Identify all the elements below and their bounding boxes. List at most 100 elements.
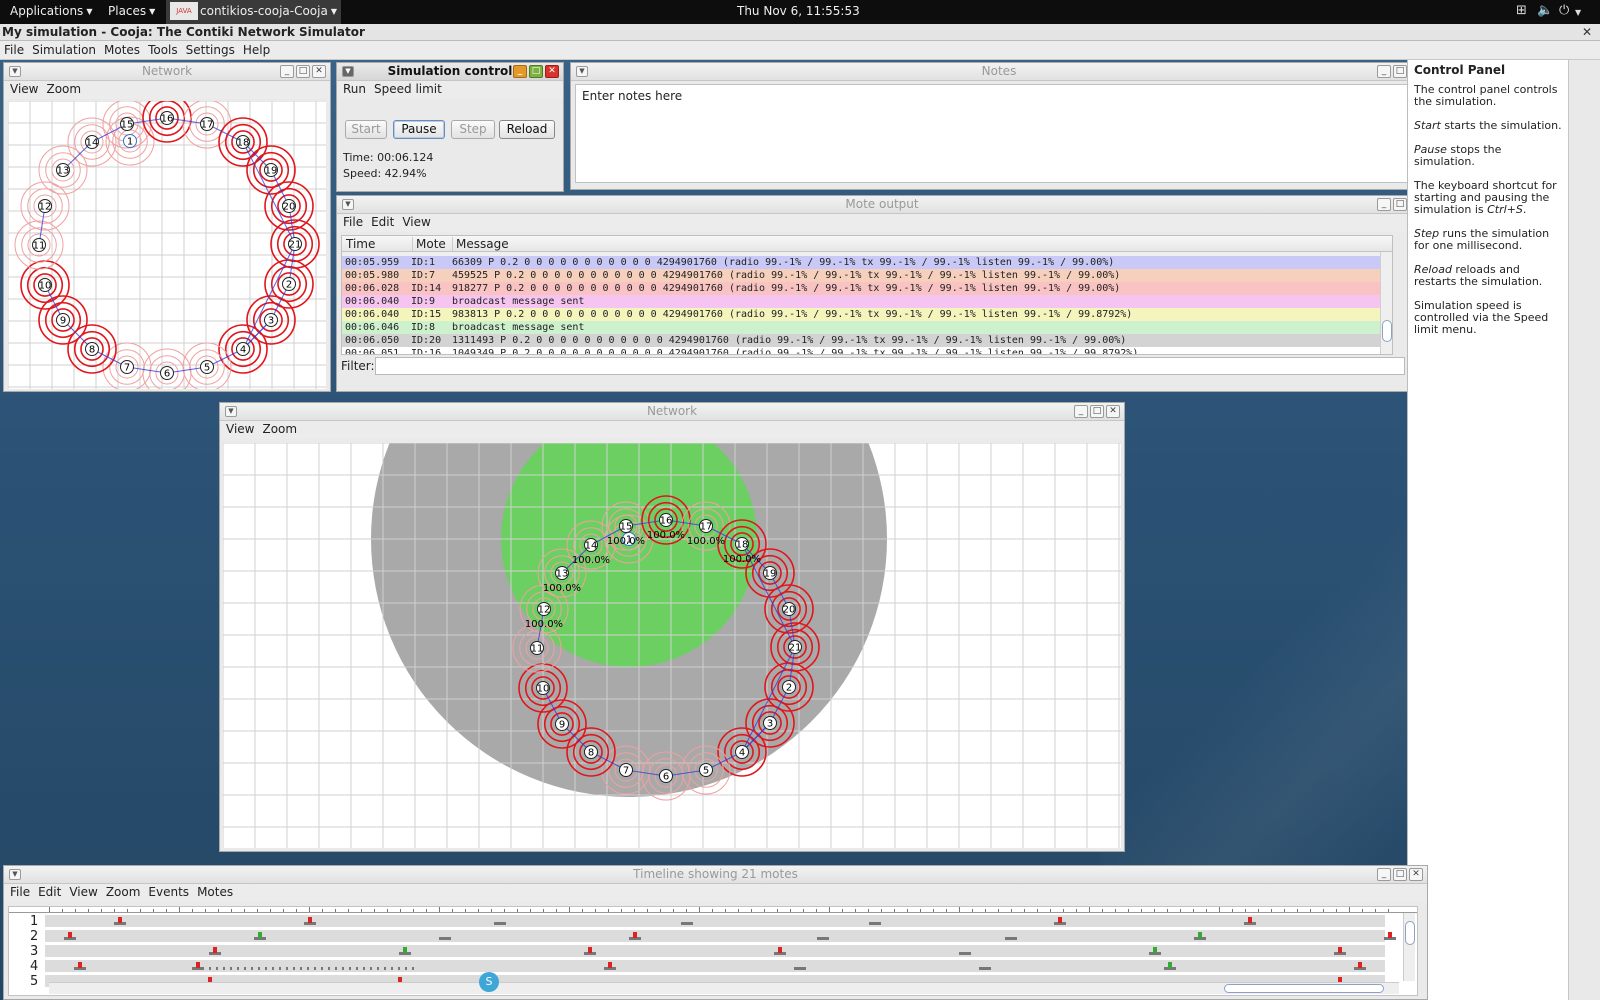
close-icon[interactable]: ✕ <box>1106 405 1120 418</box>
applications-menu[interactable]: Applications ▼ <box>10 4 92 18</box>
table-row[interactable]: 00:06.040 ID:15 983813 P 0.2 0 0 0 0 0 0 … <box>342 308 1382 321</box>
timeline-row[interactable] <box>45 915 1385 927</box>
minimize-icon[interactable]: _ <box>1377 868 1391 881</box>
maximize-icon[interactable]: □ <box>1393 65 1407 78</box>
network-canvas-small[interactable]: 1 2 3 4 5 6 7 8 9 10 11 12 13 14 15 16 17 18 19 20 21 <box>8 101 326 389</box>
start-button[interactable]: Start <box>345 120 387 139</box>
vertical-scrollbar[interactable] <box>1403 913 1415 981</box>
menu-zoom[interactable]: Zoom <box>46 82 81 96</box>
frame-menu-icon[interactable]: ▼ <box>9 869 21 880</box>
scrollbar-thumb[interactable] <box>1382 320 1392 342</box>
timeline-canvas[interactable]: 12345 S <box>8 906 1418 996</box>
table-row[interactable]: 00:06.040 ID:9 broadcast message sent <box>342 295 1382 308</box>
network-icon[interactable]: ⊞ <box>1516 4 1527 18</box>
table-row[interactable]: 00:05.980 ID:7 459525 P 0.2 0 0 0 0 0 0 0… <box>342 269 1382 282</box>
frame-title-bar[interactable]: ▼ Mote output _□✕ <box>337 196 1427 214</box>
menu-events[interactable]: Events <box>148 885 189 899</box>
menu-file[interactable]: File <box>0 41 28 59</box>
menu-motes[interactable]: Motes <box>197 885 233 899</box>
pause-button[interactable]: Pause <box>393 120 445 139</box>
vertical-scrollbar[interactable] <box>1380 252 1392 354</box>
menu-file[interactable]: File <box>10 885 30 899</box>
menu-motes[interactable]: Motes <box>100 41 144 59</box>
clock[interactable]: Thu Nov 6, 11:55:53 <box>737 4 860 18</box>
filter-input[interactable] <box>375 357 1405 375</box>
maximize-icon[interactable]: □ <box>1393 868 1407 881</box>
frame-title-bar[interactable]: ▼ Simulation control _ □ ✕ <box>337 63 563 81</box>
menu-file[interactable]: File <box>343 215 363 229</box>
timeline-row[interactable] <box>45 945 1385 957</box>
frame-menu-icon[interactable]: ▼ <box>225 406 237 417</box>
network-graph-large[interactable]: 123456789101112131415161718192021100.0%1… <box>223 443 1121 848</box>
table-row[interactable]: 00:06.051 ID:16 1049349 P 0.2 0 0 0 0 0 0… <box>342 347 1382 354</box>
mote-output-table[interactable]: Time Mote Message 00:05.959 ID:1 66309 P … <box>341 235 1393 355</box>
menu-view[interactable]: View <box>69 885 97 899</box>
menu-edit[interactable]: Edit <box>38 885 61 899</box>
scrollbar-thumb[interactable] <box>1405 921 1415 945</box>
minimize-icon[interactable]: _ <box>513 65 527 78</box>
frame-menu-icon[interactable]: ▼ <box>342 199 354 210</box>
table-row[interactable]: 00:06.050 ID:20 1311493 P 0.2 0 0 0 0 0 0… <box>342 334 1382 347</box>
chevron-down-icon[interactable]: ▼ <box>1575 6 1581 20</box>
maximize-icon[interactable]: □ <box>296 65 310 78</box>
table-row[interactable]: 00:05.959 ID:1 66309 P 0.2 0 0 0 0 0 0 0 … <box>342 256 1382 269</box>
frame-menu-icon[interactable]: ▼ <box>576 66 588 77</box>
frame-title-bar[interactable]: ▼ Timeline showing 21 motes _ □ ✕ <box>4 866 1427 884</box>
power-icon[interactable]: ⏻ <box>1559 4 1569 18</box>
menu-zoom[interactable]: Zoom <box>262 422 297 436</box>
network-canvas-large[interactable]: 1 2 3 4 5 6 7 8 9 10 11 12 13 14 15 16 17 18 19 20 21 100.0% 1… <box>223 443 1121 848</box>
frame-title-bar[interactable]: ▼ Network _ □ ✕ <box>220 403 1124 421</box>
menu-help[interactable]: Help <box>239 41 274 59</box>
reload-button[interactable]: Reload <box>499 120 555 139</box>
close-window-icon[interactable]: ✕ <box>1582 24 1592 40</box>
menu-simulation[interactable]: Simulation <box>28 41 100 59</box>
ruler-tick <box>1310 909 1311 912</box>
maximize-icon[interactable]: □ <box>529 65 543 78</box>
maximize-icon[interactable]: □ <box>1393 198 1407 211</box>
timeline-event <box>363 967 365 970</box>
mote-label: 7 <box>623 766 629 777</box>
column-message[interactable]: Message <box>452 237 509 251</box>
ruler-tick <box>1037 909 1038 912</box>
menu-run[interactable]: Run <box>343 82 366 96</box>
table-row[interactable]: 00:06.028 ID:14 918277 P 0.2 0 0 0 0 0 0 … <box>342 282 1382 295</box>
minimize-icon[interactable]: _ <box>1377 198 1391 211</box>
close-icon[interactable]: ✕ <box>545 65 559 78</box>
places-menu[interactable]: Places ▼ <box>108 4 155 18</box>
menu-edit[interactable]: Edit <box>371 215 394 229</box>
menu-tools[interactable]: Tools <box>144 41 182 59</box>
menu-view[interactable]: View <box>226 422 254 436</box>
timeline-row[interactable] <box>45 960 1385 972</box>
help-intro: The control panel controls the simulatio… <box>1414 83 1558 108</box>
minimize-icon[interactable]: _ <box>1074 405 1088 418</box>
frame-title-bar[interactable]: ▼ Notes _□✕ <box>571 63 1427 81</box>
timeline-event <box>412 967 414 970</box>
frame-menu-icon[interactable]: ▼ <box>342 66 354 77</box>
scrollbar-thumb[interactable] <box>1224 984 1384 993</box>
notes-textarea[interactable]: Enter notes here <box>575 84 1421 183</box>
active-task-button[interactable]: JAVA contikios-cooja-Cooja ▼ <box>166 0 341 24</box>
menu-zoom[interactable]: Zoom <box>106 885 141 899</box>
volume-icon[interactable]: 🔈 <box>1537 4 1553 18</box>
step-button[interactable]: Step <box>451 120 495 139</box>
column-mote[interactable]: Mote <box>412 237 446 251</box>
mote-label: 12 <box>39 202 52 213</box>
close-icon[interactable]: ✕ <box>312 65 326 78</box>
menu-speed-limit[interactable]: Speed limit <box>374 82 442 96</box>
table-row[interactable]: 00:06.046 ID:8 broadcast message sent <box>342 321 1382 334</box>
timeline-row[interactable] <box>45 930 1396 942</box>
frame-title-bar[interactable]: ▼ Network _ □ ✕ <box>4 63 330 81</box>
menu-view[interactable]: View <box>10 82 38 96</box>
horizontal-scrollbar[interactable] <box>49 982 1399 994</box>
frame-menu-icon[interactable]: ▼ <box>9 66 21 77</box>
ruler-tick <box>1323 909 1324 912</box>
column-time[interactable]: Time <box>346 237 375 251</box>
network-graph-small[interactable]: 123456789101112131415161718192021 <box>8 101 326 389</box>
minimize-icon[interactable]: _ <box>280 65 294 78</box>
ruler-tick <box>283 909 284 912</box>
minimize-icon[interactable]: _ <box>1377 65 1391 78</box>
close-icon[interactable]: ✕ <box>1409 868 1423 881</box>
maximize-icon[interactable]: □ <box>1090 405 1104 418</box>
menu-view[interactable]: View <box>402 215 430 229</box>
menu-settings[interactable]: Settings <box>182 41 239 59</box>
